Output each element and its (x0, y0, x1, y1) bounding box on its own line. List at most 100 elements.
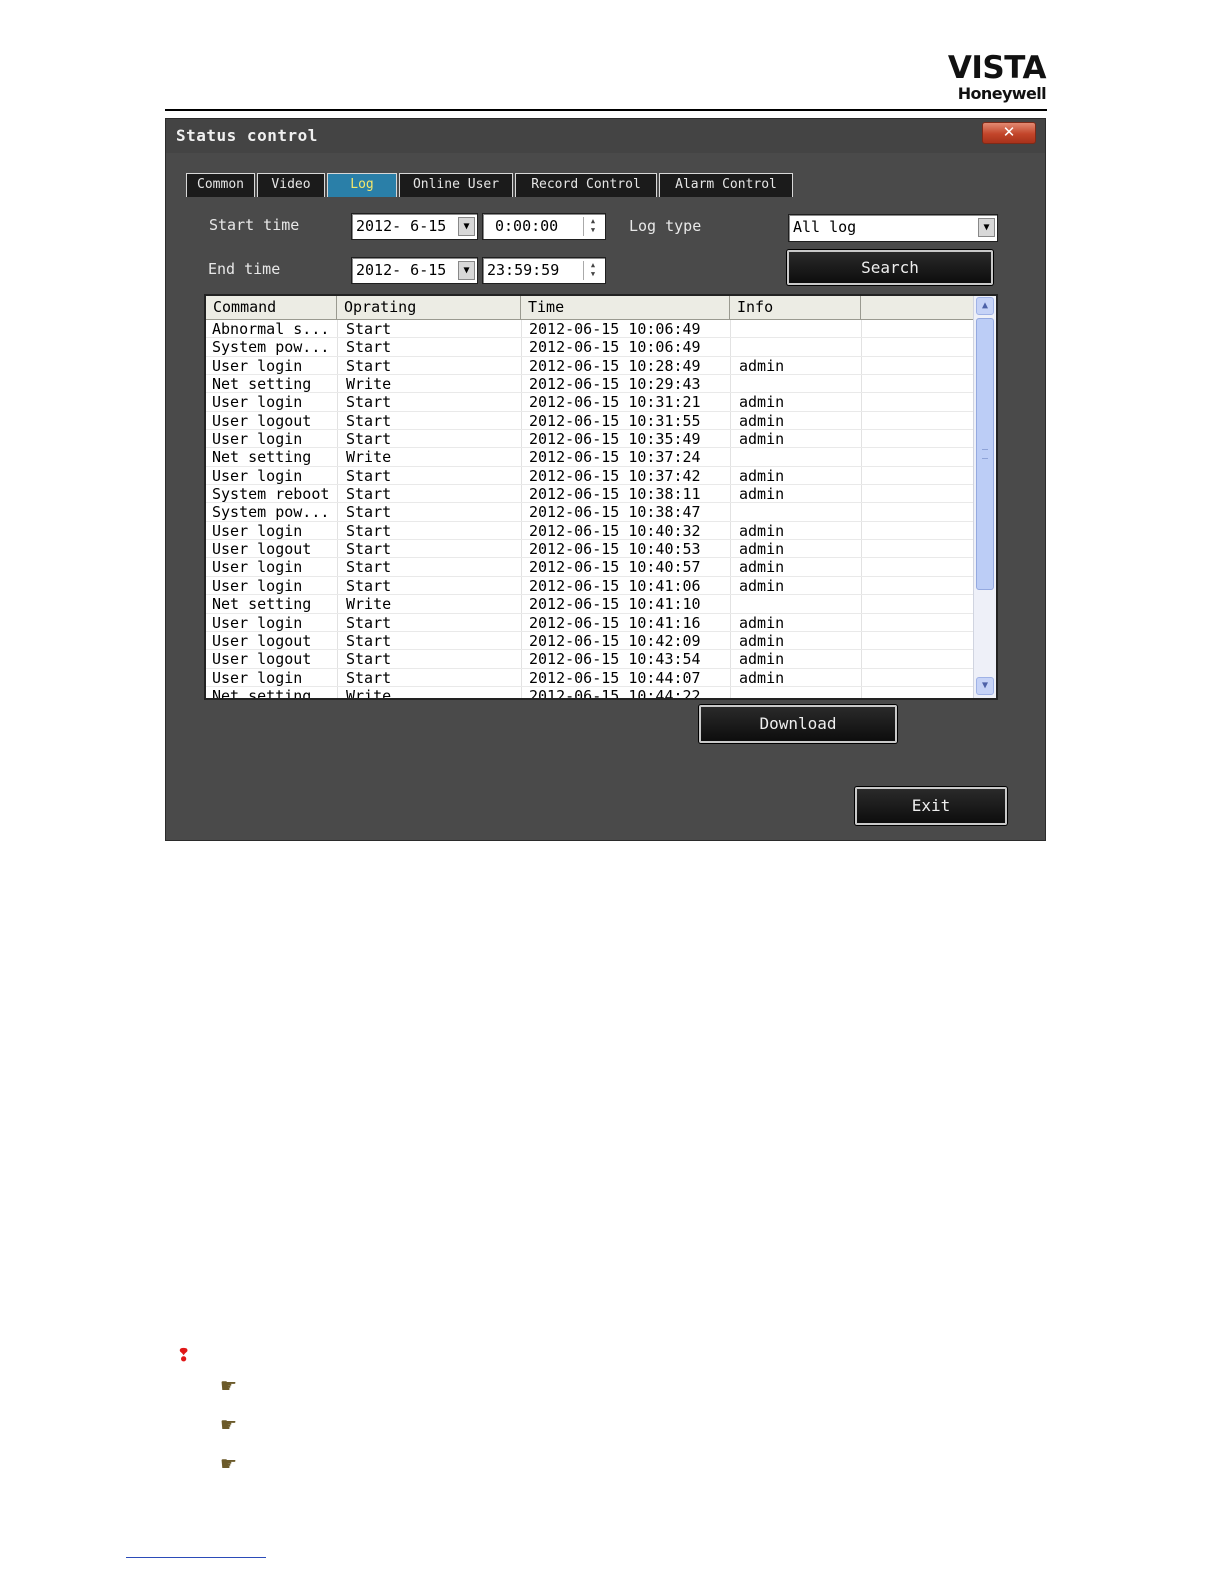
column-divider (861, 320, 862, 338)
cell-command: System pow... (212, 338, 330, 357)
exit-button[interactable]: Exit (855, 787, 1007, 825)
scroll-down-icon[interactable]: ▼ (976, 677, 994, 695)
table-row[interactable]: User login Start 2012-06-15 10:31:21 admin (206, 393, 974, 412)
column-divider (521, 540, 522, 558)
cell-info: admin (739, 558, 785, 577)
download-button[interactable]: Download (699, 705, 897, 743)
cell-info: admin (739, 631, 785, 650)
footer-link-underline (126, 1557, 266, 1558)
end-time-label: End time (208, 260, 281, 278)
search-button[interactable]: Search (787, 250, 993, 285)
column-divider (730, 576, 731, 595)
close-icon: ✕ (1002, 123, 1016, 141)
cell-oprating: Start (346, 466, 392, 485)
table-row[interactable]: User logout Start 2012-06-15 10:31:55 admin (206, 411, 974, 431)
table-row[interactable]: User login Start 2012-06-15 10:37:42 admin (206, 466, 974, 486)
start-time-value: 0:00:00 (495, 217, 559, 235)
window-title: Status control (176, 126, 318, 145)
table-row[interactable]: User logout Start 2012-06-15 10:43:54 admin (206, 650, 974, 669)
tab-video[interactable]: Video (257, 173, 325, 197)
table-row[interactable]: System reboot Start 2012-06-15 10:38:11 adm… (206, 485, 974, 504)
cell-oprating: Start (346, 558, 392, 577)
column-header-time[interactable]: Time (521, 296, 730, 319)
cell-time: 2012-06-15 10:35:49 (529, 430, 701, 449)
column-divider (521, 576, 522, 595)
tab-log[interactable]: Log (327, 173, 397, 197)
table-row[interactable]: User login Start 2012-06-15 10:41:16 admin (206, 613, 974, 632)
cell-command: Net setting (212, 448, 312, 467)
tab-record-control[interactable]: Record Control (515, 173, 657, 197)
column-header-oprating[interactable]: Oprating (337, 296, 521, 319)
table-row[interactable]: User logout Start 2012-06-15 10:40:53 admin (206, 540, 974, 559)
dropdown-arrow-icon[interactable]: ▼ (458, 217, 475, 236)
table-header: Command Oprating Time Info (206, 296, 974, 320)
column-divider (521, 595, 522, 613)
grip-icon (982, 449, 988, 459)
start-date-picker[interactable]: 2012- 6-15 ▼ (351, 213, 478, 240)
table-row[interactable]: User login Start 2012-06-15 10:35:49 admin (206, 430, 974, 449)
cell-time: 2012-06-15 10:40:57 (529, 558, 701, 577)
column-divider (730, 430, 731, 448)
table-row[interactable]: User login Start 2012-06-15 10:44:07 admin (206, 668, 974, 687)
column-divider (337, 466, 338, 485)
tab-alarm-control[interactable]: Alarm Control (659, 173, 793, 197)
table-row[interactable]: Net setting Write 2012-06-15 10:41:10 (206, 595, 974, 614)
table-row[interactable]: User logout Start 2012-06-15 10:42:09 admin (206, 631, 974, 651)
column-divider (521, 485, 522, 503)
start-time-input[interactable]: 0:00:00 ▲ ▼ (482, 213, 606, 240)
dropdown-arrow-icon[interactable]: ▼ (458, 261, 475, 280)
cell-time: 2012-06-15 10:38:47 (529, 503, 701, 522)
spinner-icon[interactable]: ▲ ▼ (583, 217, 602, 236)
dropdown-arrow-icon[interactable]: ▼ (978, 218, 995, 237)
cell-time: 2012-06-15 10:44:07 (529, 668, 701, 687)
table-row[interactable]: Abnormal s... Start 2012-06-15 10:06:49 (206, 320, 974, 339)
scroll-thumb[interactable] (976, 318, 994, 590)
tab-common[interactable]: Common (186, 173, 255, 197)
log-type-select[interactable]: All log ▼ (788, 214, 998, 242)
cell-command: User login (212, 356, 303, 375)
table-row[interactable]: System pow... Start 2012-06-15 10:38:47 (206, 503, 974, 522)
cell-info: admin (739, 393, 785, 412)
cell-info: admin (739, 540, 785, 559)
cell-command: User login (212, 558, 303, 577)
cell-command: User login (212, 613, 303, 632)
column-divider (861, 595, 862, 613)
spinner-icon[interactable]: ▲ ▼ (583, 261, 602, 280)
column-divider (521, 668, 522, 686)
column-divider (730, 650, 731, 668)
column-divider (337, 356, 338, 375)
table-row[interactable]: User login Start 2012-06-15 10:28:49 admin (206, 356, 974, 376)
tab-online-user[interactable]: Online User (399, 173, 513, 197)
column-header-command[interactable]: Command (206, 296, 337, 319)
table-row[interactable]: User login Start 2012-06-15 10:41:06 admin (206, 576, 974, 596)
cell-info: admin (739, 356, 785, 375)
end-date-picker[interactable]: 2012- 6-15 ▼ (351, 257, 478, 284)
table-row[interactable]: User login Start 2012-06-15 10:40:32 admin (206, 521, 974, 541)
column-divider (730, 631, 731, 650)
table-row[interactable]: System pow... Start 2012-06-15 10:06:49 (206, 338, 974, 357)
column-divider (521, 503, 522, 521)
table-row[interactable]: Net setting Write 2012-06-15 10:29:43 (206, 375, 974, 394)
column-header-info[interactable]: Info (730, 296, 861, 319)
column-divider (730, 595, 731, 613)
table-row[interactable]: Net setting Write 2012-06-15 10:44:22 (206, 686, 974, 698)
close-button[interactable]: ✕ (982, 122, 1036, 144)
column-divider (730, 613, 731, 631)
vertical-scrollbar[interactable]: ▲ ▼ (973, 296, 996, 698)
table-row[interactable]: Net setting Write 2012-06-15 10:37:24 (206, 448, 974, 467)
cell-info: admin (739, 466, 785, 485)
column-divider (861, 650, 862, 668)
table-row[interactable]: User login Start 2012-06-15 10:40:57 admin (206, 558, 974, 577)
column-divider (861, 466, 862, 485)
column-divider (521, 411, 522, 430)
cell-command: System pow... (212, 503, 330, 522)
end-time-input[interactable]: 23:59:59 ▲ ▼ (482, 257, 606, 284)
column-divider (337, 320, 338, 338)
column-divider (861, 411, 862, 430)
column-divider (337, 338, 338, 356)
scroll-up-icon[interactable]: ▲ (976, 297, 994, 315)
pointing-hand-icon: ☛ (220, 1414, 238, 1436)
cell-time: 2012-06-15 10:41:10 (529, 595, 701, 614)
column-divider (521, 631, 522, 650)
log-table[interactable]: Command Oprating Time Info Abnormal s...… (204, 294, 998, 700)
